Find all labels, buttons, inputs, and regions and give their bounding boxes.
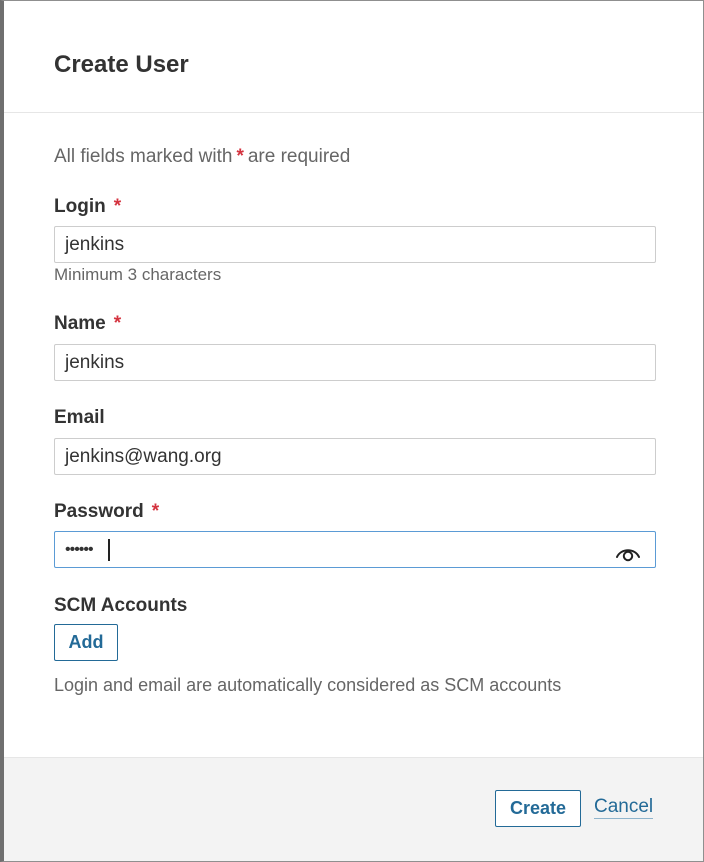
login-input-value: jenkins bbox=[65, 234, 125, 255]
scm-accounts-note: Login and email are automatically consid… bbox=[54, 675, 562, 695]
email-label: Email bbox=[54, 407, 105, 429]
scm-accounts-label: SCM Accounts bbox=[54, 595, 188, 616]
create-button[interactable]: Create bbox=[495, 790, 581, 827]
name-input[interactable]: jenkins bbox=[54, 344, 656, 381]
name-label-text: Name bbox=[54, 313, 106, 334]
required-marker: * bbox=[236, 146, 244, 167]
login-label: Login * bbox=[54, 196, 125, 218]
eye-icon-graphic bbox=[616, 549, 640, 562]
password-required-marker: * bbox=[151, 501, 160, 522]
login-label-text: Login bbox=[54, 196, 106, 217]
email-input-value: jenkins@wang.org bbox=[65, 446, 222, 467]
create-user-dialog: Create User All fields marked with * are r… bbox=[0, 0, 704, 862]
password-label-text: Password bbox=[54, 501, 144, 522]
name-label: Name * bbox=[54, 313, 125, 335]
name-input-value: jenkins bbox=[65, 352, 125, 373]
text-caret bbox=[108, 539, 110, 561]
name-required-marker: * bbox=[113, 313, 122, 334]
dialog-title: Create User bbox=[54, 51, 189, 78]
login-required-marker: * bbox=[113, 196, 122, 217]
dialog-footer: Create Cancel bbox=[4, 757, 703, 861]
required-note-suffix: are required bbox=[247, 146, 351, 167]
required-note-prefix: All fields marked with bbox=[54, 146, 233, 167]
login-input[interactable]: jenkins bbox=[54, 226, 656, 263]
password-input[interactable]: •••••• bbox=[54, 531, 656, 568]
cancel-link[interactable]: Cancel bbox=[594, 796, 654, 819]
email-input[interactable]: jenkins@wang.org bbox=[54, 438, 656, 475]
add-scm-account-button[interactable]: Add bbox=[54, 624, 118, 661]
password-label: Password * bbox=[54, 501, 163, 523]
required-fields-note: All fields marked with * are required bbox=[54, 146, 350, 168]
email-label-text: Email bbox=[54, 407, 105, 428]
login-hint: Minimum 3 characters bbox=[54, 265, 222, 284]
dialog-header: Create User bbox=[4, 1, 703, 113]
password-masked-value: •••••• bbox=[65, 541, 94, 558]
eye-icon[interactable] bbox=[615, 540, 641, 562]
